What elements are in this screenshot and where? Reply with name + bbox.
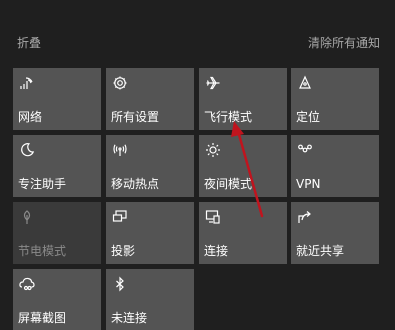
- tile-network[interactable]: 网络: [13, 68, 101, 130]
- tile-night-light[interactable]: 夜间模式: [199, 135, 287, 197]
- bluetooth-icon: [112, 276, 128, 292]
- tile-mobile-hotspot[interactable]: 移动热点: [106, 135, 194, 197]
- tile-airplane-mode[interactable]: 飞行模式: [199, 68, 287, 130]
- tile-nearby-sharing[interactable]: 就近共享: [291, 202, 379, 264]
- hotspot-icon: [112, 142, 128, 158]
- tile-battery-saver[interactable]: 节电模式: [13, 202, 101, 264]
- tile-label: 投影: [111, 244, 136, 258]
- battery-saver-icon: [19, 209, 35, 225]
- tile-label: 夜间模式: [204, 177, 253, 191]
- screenshot-icon: [19, 276, 35, 292]
- tile-label: VPN: [296, 177, 321, 191]
- collapse-button[interactable]: 折叠: [17, 34, 41, 51]
- network-icon: [19, 75, 35, 91]
- tile-label: 专注助手: [18, 177, 67, 191]
- tile-label: 所有设置: [111, 110, 160, 124]
- tile-project[interactable]: 投影: [106, 202, 194, 264]
- tile-location[interactable]: 定位: [291, 68, 379, 130]
- tile-label: 移动热点: [111, 177, 160, 191]
- vpn-icon: [297, 142, 313, 158]
- tile-connect[interactable]: 连接: [199, 202, 287, 264]
- tile-label: 连接: [204, 244, 229, 258]
- tile-bluetooth[interactable]: 未连接: [106, 269, 194, 330]
- tile-label: 飞行模式: [204, 110, 253, 124]
- tile-label: 屏幕截图: [18, 311, 67, 325]
- tile-label: 未连接: [111, 311, 148, 325]
- tile-screen-snip[interactable]: 屏幕截图: [13, 269, 101, 330]
- tile-label: 网络: [18, 110, 43, 124]
- clear-all-notifications-button[interactable]: 清除所有通知: [308, 34, 380, 51]
- gear-icon: [112, 75, 128, 91]
- connect-icon: [205, 209, 221, 225]
- action-center-header: 折叠 清除所有通知: [0, 34, 395, 54]
- tile-label: 就近共享: [296, 244, 345, 258]
- location-icon: [297, 75, 313, 91]
- airplane-icon: [205, 75, 221, 91]
- tile-label: 节电模式: [18, 244, 67, 258]
- brightness-icon: [205, 142, 221, 158]
- moon-icon: [19, 142, 35, 158]
- tile-focus-assist[interactable]: 专注助手: [13, 135, 101, 197]
- nearby-share-icon: [297, 209, 313, 225]
- action-center-panel: 折叠 清除所有通知 网络 所有设置 飞行模式 定位 专注助手 移动热点 夜间模式…: [0, 0, 395, 330]
- tile-vpn[interactable]: VPN: [291, 135, 379, 197]
- project-icon: [112, 209, 128, 225]
- tile-all-settings[interactable]: 所有设置: [106, 68, 194, 130]
- tile-label: 定位: [296, 110, 321, 124]
